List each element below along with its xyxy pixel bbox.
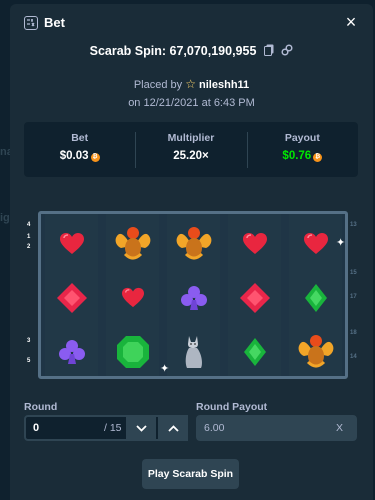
payout-value: $0.76 bbox=[282, 150, 312, 162]
sparkle-icon: ✦ bbox=[160, 363, 170, 375]
slot-board bbox=[38, 211, 348, 379]
payout-value-row: $0.76 ₿ bbox=[247, 150, 358, 162]
reel bbox=[106, 214, 159, 376]
bet-label: Bet bbox=[71, 132, 89, 144]
heart-symbol bbox=[289, 217, 342, 271]
multiplier-value: 25.20× bbox=[173, 150, 209, 162]
club-symbol bbox=[45, 325, 98, 379]
play-scarab-spin-button[interactable]: Play Scarab Spin bbox=[142, 459, 239, 489]
placed-by-row: Placed by ☆ nileshh11 bbox=[10, 77, 373, 91]
reel bbox=[228, 214, 281, 376]
sparkle-icon: ✦ bbox=[336, 237, 346, 249]
bet-value: $0.03 bbox=[59, 150, 89, 162]
payline-number: 1 bbox=[27, 234, 31, 240]
chevron-down-icon bbox=[135, 424, 147, 432]
modal-header: Bet × bbox=[10, 4, 373, 42]
username-link[interactable]: nileshh11 bbox=[199, 79, 249, 91]
coin-icon: ₿ bbox=[90, 153, 100, 162]
scarab-symbol bbox=[289, 325, 342, 379]
reel bbox=[289, 214, 342, 376]
round-total: / 15 bbox=[104, 422, 122, 434]
club-symbol bbox=[167, 271, 220, 325]
round-label: Round bbox=[24, 401, 58, 413]
payline-number: 4 bbox=[27, 222, 31, 228]
green-gem-symbol bbox=[289, 271, 342, 325]
round-payout-label: Round Payout bbox=[196, 401, 268, 413]
diamond-symbol bbox=[228, 271, 281, 325]
spin-id-row: Scarab Spin: 67,070,190,955 bbox=[10, 44, 373, 59]
round-decrement-button[interactable] bbox=[126, 415, 156, 441]
chevron-up-icon bbox=[167, 424, 179, 432]
bet-value-row: $0.03 ₿ bbox=[24, 150, 135, 162]
diamond-symbol bbox=[45, 271, 98, 325]
heart-symbol bbox=[228, 217, 281, 271]
modal-title: Bet bbox=[44, 15, 65, 30]
close-button[interactable]: × bbox=[341, 12, 361, 32]
stat-bet: Bet $0.03 ₿ bbox=[24, 122, 135, 177]
stat-payout: Payout $0.76 ₿ bbox=[246, 122, 358, 177]
heart-symbol bbox=[106, 271, 159, 325]
payline-number: 14 bbox=[350, 354, 357, 360]
multiplier-label: Multiplier bbox=[167, 132, 215, 144]
payout-label: Payout bbox=[284, 132, 320, 144]
round-stepper: 0 / 15 bbox=[24, 415, 188, 441]
scarab-symbol bbox=[167, 217, 220, 271]
payline-number: 2 bbox=[27, 244, 31, 250]
payline-number: 5 bbox=[27, 358, 31, 364]
bet-icon bbox=[24, 16, 38, 30]
green-gem-symbol bbox=[228, 325, 281, 379]
payline-number: 13 bbox=[350, 222, 357, 228]
payline-number: 17 bbox=[350, 294, 357, 300]
round-payout-value: 6.00 bbox=[204, 422, 225, 434]
reel bbox=[167, 214, 220, 376]
payline-number: 18 bbox=[350, 330, 357, 336]
copy-icon[interactable] bbox=[263, 44, 274, 59]
multiplier-x-label: X bbox=[335, 422, 343, 434]
placed-date: on 12/21/2021 at 6:43 PM bbox=[128, 97, 255, 109]
spin-id-text: Scarab Spin: 67,070,190,955 bbox=[89, 44, 257, 58]
bet-stats-panel: Bet $0.03 ₿ Multiplier 25.20× Payout $0.7… bbox=[24, 122, 358, 177]
round-increment-button[interactable] bbox=[158, 415, 188, 441]
link-icon[interactable] bbox=[281, 44, 293, 59]
round-payout-field: 6.00 X bbox=[196, 415, 357, 441]
scarab-symbol bbox=[106, 217, 159, 271]
coin-icon: ₿ bbox=[313, 153, 323, 162]
payline-number: 3 bbox=[27, 338, 31, 344]
payline-number: 15 bbox=[350, 270, 357, 276]
star-icon: ☆ bbox=[185, 77, 196, 91]
heart-symbol bbox=[45, 217, 98, 271]
reel bbox=[45, 214, 98, 376]
emerald-symbol bbox=[106, 325, 159, 379]
bet-modal: Bet × Scarab Spin: 67,070,190,955 Placed… bbox=[10, 4, 373, 500]
stat-multiplier: Multiplier 25.20× bbox=[135, 122, 246, 177]
cat-statue-symbol bbox=[167, 325, 220, 379]
placed-by-label: Placed by bbox=[133, 79, 183, 91]
